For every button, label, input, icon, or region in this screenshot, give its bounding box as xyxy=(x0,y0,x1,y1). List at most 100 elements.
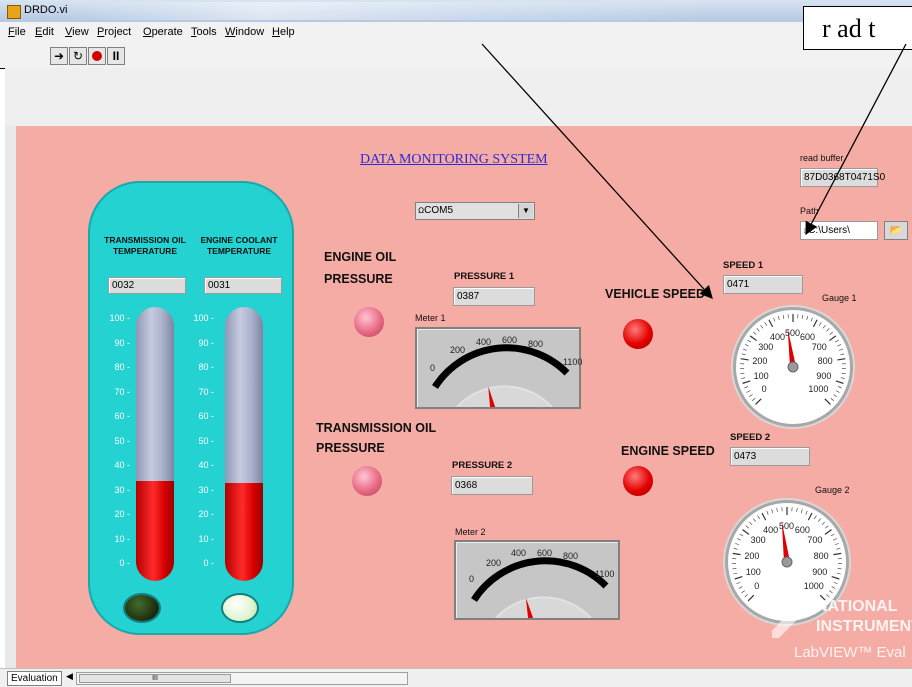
path-value: C:\Users\ xyxy=(808,225,850,236)
gauge-tick xyxy=(749,395,752,397)
transmission-oil-pressure-led[interactable] xyxy=(352,466,382,496)
speed2-label: SPEED 2 xyxy=(730,432,770,443)
gauge-tick xyxy=(840,354,844,355)
meter1[interactable]: 0 200 400 600 800 1100 xyxy=(415,327,581,409)
engine-speed-label: ENGINE SPEED xyxy=(621,444,715,458)
meter2-label: Meter 2 xyxy=(455,527,486,537)
chevron-down-icon[interactable]: ▼ xyxy=(518,204,533,218)
thermo1-label: TRANSMISSION OIL TEMPERATURE xyxy=(100,235,190,257)
gauge1[interactable]: 01002003004005006007008009001000 xyxy=(733,307,853,427)
gauge-tick xyxy=(743,349,747,350)
thermo-scale-tick: 40 - xyxy=(198,460,214,470)
gauge-tick xyxy=(753,332,756,335)
meter2-tick: 400 xyxy=(511,548,526,558)
menu-window[interactable]: Window xyxy=(225,26,264,38)
ni-watermark-line2: INSTRUMENTS xyxy=(816,618,912,636)
toolbar: ➜ ↻ II xyxy=(0,44,912,69)
gauge-tick xyxy=(819,322,821,325)
gauge-tick xyxy=(838,386,842,388)
browse-folder-icon[interactable]: 📂 xyxy=(884,221,908,240)
menu-edit[interactable]: Edit xyxy=(35,26,54,38)
thermo2-led[interactable] xyxy=(223,595,257,621)
gauge-label: 900 xyxy=(812,567,827,577)
meter2[interactable]: 0 200 400 600 800 1100 xyxy=(454,540,620,620)
gauge-tick xyxy=(836,391,840,393)
pressure2-field: 0368 xyxy=(451,476,533,495)
gauge-tick xyxy=(737,539,741,541)
thermo1-scale: 100 -90 -80 -70 -60 -50 -40 -30 -20 -10 … xyxy=(100,319,130,564)
gauge-tick xyxy=(833,539,837,541)
evaluation-button[interactable]: Evaluation xyxy=(7,671,62,686)
status-bar: Evaluation ◀ III xyxy=(0,668,912,687)
engine-speed-led[interactable] xyxy=(623,466,653,496)
gauge-tick xyxy=(752,398,755,401)
meter1-label: Meter 1 xyxy=(415,313,446,323)
vehicle-speed-label: VEHICLE SPEED xyxy=(605,287,705,301)
gauge-label: 300 xyxy=(751,535,766,545)
gauge-tick xyxy=(748,595,754,601)
gauge-tick xyxy=(740,534,743,536)
meter1-tick: 200 xyxy=(450,345,465,355)
menu-file[interactable]: File xyxy=(8,26,26,38)
engine-oil-pressure-label: ENGINE OIL PRESSURE xyxy=(324,246,424,290)
horizontal-scrollbar[interactable]: III xyxy=(76,672,408,685)
page-title[interactable]: DATA MONITORING SYSTEM xyxy=(360,152,548,168)
speed1-field: 0471 xyxy=(723,275,803,294)
read-buffer-field[interactable]: 87D0368T0471S0 xyxy=(800,168,878,187)
gauge-tick xyxy=(745,344,749,346)
pause-icon[interactable]: II xyxy=(107,47,125,65)
scrollbar-thumb[interactable]: III xyxy=(79,674,231,683)
meter2-tick: 600 xyxy=(537,548,552,558)
menu-operate[interactable]: Operate xyxy=(143,26,183,38)
gauge-tick xyxy=(837,573,841,574)
panel-top-area xyxy=(5,68,912,126)
menu-help[interactable]: Help xyxy=(272,26,295,38)
thermo1-led[interactable] xyxy=(125,595,159,621)
run-icon[interactable]: ➜ xyxy=(50,47,68,65)
run-continuously-icon[interactable]: ↻ xyxy=(69,47,87,65)
thermo-scale-tick: 70 - xyxy=(198,387,214,397)
gauge-label: 600 xyxy=(800,332,815,342)
thermo-scale-tick: 90 - xyxy=(114,338,130,348)
gauge-tick xyxy=(750,336,756,341)
meter2-tick: 0 xyxy=(469,574,474,584)
gauge-tick xyxy=(741,359,749,360)
engine-oil-pressure-led[interactable] xyxy=(354,307,384,337)
gauge-tick xyxy=(732,568,736,569)
pressure2-label: PRESSURE 2 xyxy=(452,460,512,471)
gauge-tick xyxy=(811,318,812,322)
gauge-tick xyxy=(837,359,845,360)
thermo1-fill xyxy=(136,481,174,581)
panel-left-margin xyxy=(5,126,16,680)
menu-tools[interactable]: Tools xyxy=(191,26,217,38)
scroll-left-icon[interactable]: ◀ xyxy=(66,671,73,682)
gauge-tick xyxy=(756,399,762,405)
gauge-tick xyxy=(735,543,739,544)
meter2-tick: 800 xyxy=(563,551,578,561)
abort-icon[interactable] xyxy=(88,47,106,65)
gauge-tick xyxy=(739,587,743,589)
vehicle-speed-led[interactable] xyxy=(623,319,653,349)
com-port-select[interactable]: ΩCOM5 ▼ xyxy=(415,202,535,220)
read-buffer-label: read buffer xyxy=(800,153,843,163)
gauge-tick xyxy=(767,511,768,515)
gauge-tick xyxy=(735,577,743,579)
gauge-tick xyxy=(783,315,784,319)
gauge-tick xyxy=(753,519,755,522)
ni-watermark: NATIONAL INSTRUMENTS LabVIEW™ Eval xyxy=(780,594,912,668)
gauge-label: 1000 xyxy=(808,384,828,394)
gauge-tick xyxy=(835,543,839,544)
thermo-scale-tick: 30 - xyxy=(198,485,214,495)
thermo-scale-tick: 80 - xyxy=(198,362,214,372)
gauge-tick xyxy=(841,378,845,379)
thermo2-value: 0031 xyxy=(204,277,282,294)
menu-view[interactable]: View xyxy=(65,26,89,38)
path-field[interactable]: □C:\Users\ xyxy=(800,221,878,240)
gauge-label: 600 xyxy=(795,525,810,535)
path-label: Path xyxy=(800,206,819,216)
thermometer-container: TRANSMISSION OIL TEMPERATURE ENGINE COOL… xyxy=(88,181,294,635)
gauge-label: 800 xyxy=(814,551,829,561)
menu-project[interactable]: Project xyxy=(97,26,131,38)
com-port-value: COM5 xyxy=(424,205,453,216)
gauge-tick xyxy=(777,508,778,512)
